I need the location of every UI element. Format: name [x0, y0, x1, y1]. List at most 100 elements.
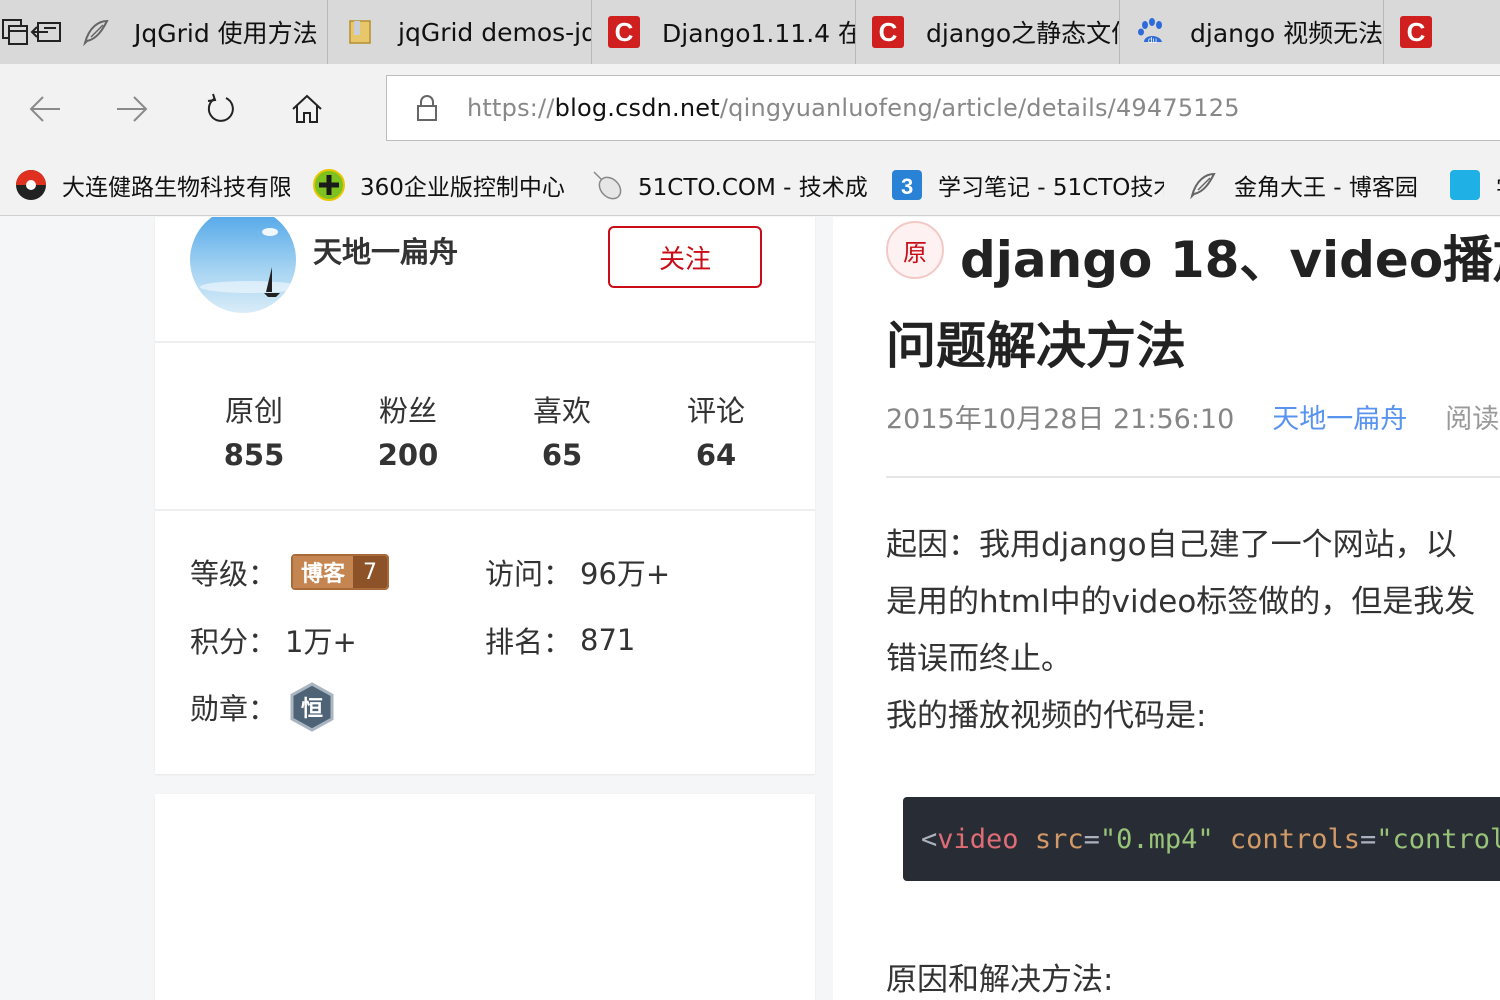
bookmark-item[interactable]: 大连健路生物科技有限	[14, 168, 290, 202]
divider	[155, 341, 815, 343]
code-string: "controls"	[1376, 823, 1500, 855]
home-button[interactable]	[282, 84, 332, 134]
medal-text: 恒	[301, 697, 324, 722]
bookmark-label: 金角大王 - 博客园	[1234, 174, 1418, 201]
mouse-icon	[590, 168, 624, 202]
code-attr: src	[1034, 823, 1084, 855]
stat-label: 粉丝	[378, 394, 437, 428]
code-attr: controls	[1229, 823, 1360, 855]
blue-3-icon: 3	[890, 168, 924, 202]
stat-label: 原创	[224, 394, 283, 428]
stats-row: 原创 855 粉丝 200 喜欢 65 评论 64	[155, 370, 815, 520]
original-badge: 原	[886, 221, 944, 279]
bookmark-label: 学	[1496, 168, 1500, 202]
rank-label: 排名：	[485, 625, 573, 659]
points-label: 积分：	[190, 625, 278, 659]
divider	[886, 476, 1500, 478]
home-icon	[292, 94, 322, 123]
medal-badge[interactable]: 恒	[289, 682, 335, 732]
stat-value: 65	[541, 438, 583, 472]
stat-value: 200	[377, 438, 439, 472]
address-bar[interactable]: https://blog.csdn.net/qingyuanluofeng/ar…	[386, 75, 1500, 141]
refresh-button[interactable]	[195, 84, 245, 134]
code-tag: video	[937, 823, 1019, 855]
level-badge-num: 7	[353, 556, 388, 588]
code-punct: =	[1083, 823, 1100, 855]
bookmark-label: 学习笔记 - 51CTO技术博客	[938, 174, 1164, 201]
csdn-icon: C	[1400, 16, 1432, 48]
rank-row: 排名： 871	[485, 619, 635, 661]
visits-label: 访问：	[485, 557, 573, 591]
tab-title: django 视频无法	[1190, 19, 1384, 48]
lock-icon	[387, 94, 467, 122]
visits-value: 96万+	[580, 557, 671, 591]
paragraph-line: 起因：我用django自己建了一个网站，以	[886, 527, 1457, 563]
url-path: /qingyuanluofeng/article/details/4947512…	[719, 94, 1240, 122]
browser-tab[interactable]: C django之静态文件	[856, 0, 1120, 64]
article-date: 2015年10月28日 21:56:10	[886, 404, 1235, 435]
feather-icon	[80, 16, 112, 48]
tab-list-button[interactable]	[0, 0, 30, 64]
url-host: blog.csdn.net	[554, 94, 720, 122]
rank-value: 871	[580, 623, 636, 657]
browser-tab-active[interactable]: du django 视频无法	[1120, 0, 1384, 64]
baidu-icon: du	[1136, 16, 1168, 48]
paragraph-line: 是用的html中的video标签做的，但是我发	[886, 584, 1476, 620]
folder-icon	[344, 16, 376, 48]
stat-comments[interactable]: 评论 64	[656, 388, 776, 472]
stat-value: 855	[223, 438, 285, 472]
bookmark-item[interactable]: 学	[1448, 168, 1500, 202]
page-content: 天地一扁舟 关注 原创 855 粉丝 200 喜欢 65 评论 64 等级： 博…	[0, 217, 1500, 1000]
bookmark-label: 51CTO.COM - 技术成就梦想	[638, 174, 868, 201]
favorites-bar: 大连健路生物科技有限 360企业版控制中心 51CTO.COM - 技术成就梦想…	[0, 154, 1500, 216]
profile-card: 天地一扁舟 关注 原创 855 粉丝 200 喜欢 65 评论 64 等级： 博…	[155, 217, 815, 774]
red-ball-icon	[14, 168, 48, 202]
stat-fans[interactable]: 粉丝 200	[348, 388, 468, 472]
sidebar-card	[155, 794, 815, 1000]
medal-row: 勋章： 恒	[190, 682, 335, 732]
visits-row: 访问： 96万+	[485, 551, 670, 593]
xue-icon	[1448, 168, 1482, 202]
article-title: django 18、video播放问题解决方法	[886, 231, 1500, 375]
set-aside-icon	[30, 22, 61, 42]
back-button[interactable]	[20, 84, 70, 134]
browser-tab[interactable]: C Django1.11.4 在	[592, 0, 856, 64]
browser-tab[interactable]: JqGrid 使用方法	[64, 0, 328, 64]
points-row: 积分： 1万+	[190, 619, 357, 661]
article-author-link[interactable]: 天地一扁舟	[1272, 397, 1407, 436]
plus-ball-icon	[312, 168, 346, 202]
code-punct: =	[1359, 823, 1377, 855]
arrow-right-icon	[117, 96, 148, 122]
bookmark-item[interactable]: 360企业版控制中心	[312, 168, 568, 202]
forward-button[interactable]	[107, 84, 157, 134]
stat-likes[interactable]: 喜欢 65	[502, 388, 622, 472]
article-meta: 2015年10月28日 21:56:10 天地一扁舟 阅读数	[886, 397, 1500, 436]
user-name[interactable]: 天地一扁舟	[313, 229, 458, 271]
navigation-bar: https://blog.csdn.net/qingyuanluofeng/ar…	[0, 64, 1500, 154]
stat-label: 评论	[686, 394, 745, 428]
bookmark-label: 大连健路生物科技有限	[62, 174, 290, 201]
paragraph-line: 原因和解决方法:	[886, 962, 1114, 998]
bookmark-label: 360企业版控制中心	[360, 174, 565, 201]
tab-title: jqGrid demos-jqGrid	[398, 17, 591, 47]
follow-button[interactable]: 关注	[608, 226, 762, 288]
code-block[interactable]: <video src="0.mp4" controls="controls"	[903, 797, 1500, 881]
bookmark-item[interactable]: 金角大王 - 博客园	[1186, 168, 1426, 202]
bookmark-item[interactable]: 51CTO.COM - 技术成就梦想	[590, 168, 868, 202]
code-string: "0.mp4"	[1099, 823, 1214, 855]
url-text[interactable]: https://blog.csdn.net/qingyuanluofeng/ar…	[467, 94, 1240, 122]
browser-tab[interactable]: C	[1384, 0, 1500, 64]
divider	[155, 509, 815, 511]
stat-value: 64	[695, 438, 737, 472]
avatar[interactable]	[190, 217, 296, 313]
csdn-icon: C	[608, 16, 640, 48]
browser-tab[interactable]: jqGrid demos-jqGrid	[328, 0, 592, 64]
arrow-left-icon	[29, 96, 60, 122]
bookmark-item[interactable]: 3 学习笔记 - 51CTO技术博客	[890, 168, 1164, 202]
points-value: 1万+	[285, 625, 357, 659]
level-badge-text: 博客	[293, 556, 354, 588]
level-badge[interactable]: 博客 7	[291, 554, 390, 590]
stat-original[interactable]: 原创 855	[194, 388, 314, 472]
set-aside-tabs-button[interactable]	[30, 0, 64, 64]
tab-title: django之静态文件	[926, 19, 1120, 48]
